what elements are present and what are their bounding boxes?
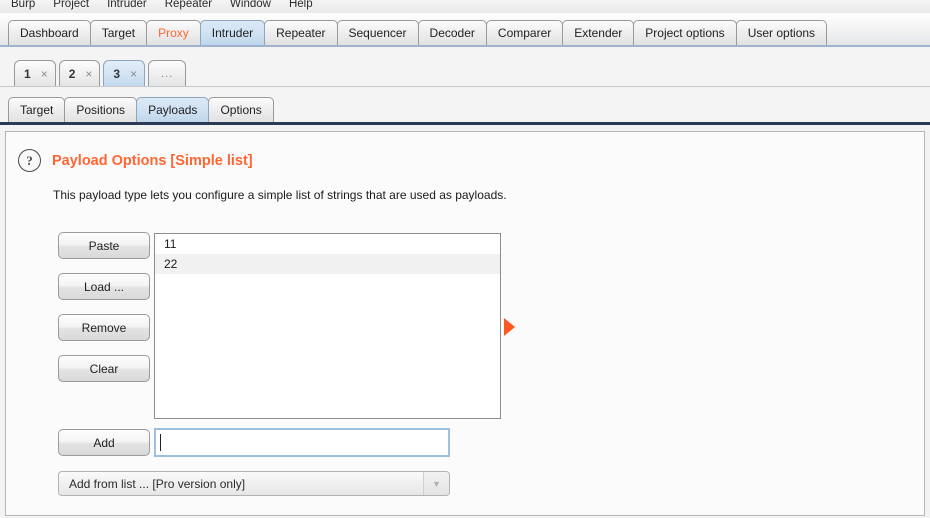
menu-item-intruder[interactable]: Intruder [98, 0, 156, 13]
list-item[interactable]: 11 [155, 234, 500, 254]
ellipsis-icon: ... [161, 67, 174, 80]
paste-button[interactable]: Paste [58, 232, 150, 259]
payloads-panel: ? Payload Options [Simple list] This pay… [5, 131, 925, 516]
attack-tab-3-label: 3 [113, 66, 121, 81]
load-button[interactable]: Load ... [58, 273, 150, 300]
subtab-positions[interactable]: Positions [64, 97, 138, 122]
close-icon[interactable]: × [85, 68, 92, 80]
remove-button[interactable]: Remove [58, 314, 150, 341]
add-payload-input[interactable] [154, 428, 450, 457]
payload-options-description: This payload type lets you configure a s… [53, 188, 507, 202]
payload-options-header: ? Payload Options [Simple list] [18, 149, 253, 172]
tab-proxy[interactable]: Proxy [146, 20, 201, 45]
add-button[interactable]: Add [58, 429, 150, 456]
menu-bar-items: Burp Project Intruder Repeater Window He… [0, 0, 322, 13]
play-triangle-icon [504, 318, 515, 336]
add-from-list-label: Add from list ... [Pro version only] [69, 476, 246, 491]
menu-item-project[interactable]: Project [44, 0, 98, 13]
burp-suite-window: Burp Project Intruder Repeater Window He… [0, 0, 930, 518]
tab-comparer[interactable]: Comparer [485, 20, 564, 45]
payload-list-buttons: Paste Load ... Remove Clear [58, 232, 150, 396]
list-item[interactable]: 22 [155, 254, 500, 274]
payload-list[interactable]: 11 22 [154, 233, 501, 419]
help-question-icon[interactable]: ? [18, 149, 41, 172]
tab-target[interactable]: Target [89, 20, 148, 45]
attack-tab-2-label: 2 [68, 66, 76, 81]
attack-tab-3[interactable]: 3 × [103, 60, 146, 86]
tab-repeater[interactable]: Repeater [264, 20, 338, 45]
clear-button[interactable]: Clear [58, 355, 150, 382]
attack-tab-bar: 1 × 2 × 3 × ... [0, 49, 930, 87]
menu-item-repeater[interactable]: Repeater [156, 0, 221, 13]
tab-sequencer[interactable]: Sequencer [336, 20, 419, 45]
attack-tab-1-label: 1 [24, 66, 31, 81]
main-tab-bar: Dashboard Target Proxy Intruder Repeater… [0, 13, 930, 47]
tab-extender[interactable]: Extender [562, 20, 635, 45]
tab-decoder[interactable]: Decoder [417, 20, 487, 45]
tab-project-options[interactable]: Project options [633, 20, 737, 45]
menu-item-help[interactable]: Help [280, 0, 322, 13]
close-icon[interactable]: × [130, 68, 137, 80]
subtab-target[interactable]: Target [8, 97, 66, 122]
close-icon[interactable]: × [41, 68, 48, 80]
subtab-options[interactable]: Options [208, 97, 274, 122]
page-title: Payload Options [Simple list] [52, 152, 253, 169]
add-from-list-dropdown[interactable]: Add from list ... [Pro version only] ▼ [58, 471, 450, 496]
tab-intruder[interactable]: Intruder [199, 20, 266, 45]
attack-tab-2[interactable]: 2 × [58, 60, 101, 86]
intruder-sub-tab-bar: Target Positions Payloads Options [0, 88, 930, 125]
text-cursor [160, 434, 161, 451]
menu-item-window[interactable]: Window [221, 0, 280, 13]
tab-dashboard[interactable]: Dashboard [8, 20, 91, 45]
attack-tab-1[interactable]: 1 × [14, 60, 56, 86]
attack-tab-overflow[interactable]: ... [148, 60, 187, 86]
menu-item-burp[interactable]: Burp [2, 0, 44, 13]
chevron-down-icon[interactable]: ▼ [423, 472, 449, 495]
tab-user-options[interactable]: User options [735, 20, 828, 45]
subtab-payloads[interactable]: Payloads [136, 97, 210, 122]
menu-bar: Burp Project Intruder Repeater Window He… [0, 0, 930, 14]
